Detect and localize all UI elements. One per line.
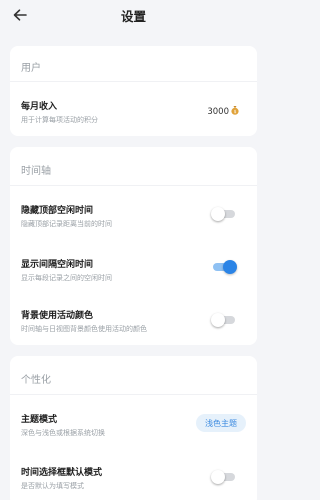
svg-text:$: $ — [234, 109, 237, 115]
time-picker-mode-label: 时间选择框默认模式 — [21, 468, 103, 478]
section-title-user: 用户 — [21, 63, 41, 74]
toggle-knob — [211, 313, 225, 327]
monthly-income-label: 每月收入 — [21, 102, 58, 112]
back-arrow-icon[interactable] — [10, 6, 30, 24]
monthly-income-amount: 3000 — [207, 106, 229, 117]
money-bag-icon: $ — [231, 105, 239, 118]
page-title: 设置 — [120, 9, 146, 24]
toggle-knob — [211, 470, 225, 484]
section-title-personal: 个性化 — [21, 375, 51, 386]
divider — [10, 394, 257, 395]
activity-bg-label: 背景使用活动颜色 — [21, 311, 94, 321]
show-gap-toggle[interactable] — [211, 260, 237, 274]
personal-section-card: 个性化 主题模式 深色与浅色或根据系统切换 浅色主题 时间选择框默认模式 是否默… — [10, 356, 257, 500]
user-section-card: 用户 每月收入 用于计算每项活动的积分 3000 $ — [10, 46, 257, 136]
show-gap-desc: 显示每段记录之间的空闲时间 — [21, 274, 112, 282]
hide-top-gap-toggle[interactable] — [211, 207, 237, 221]
toggle-knob — [211, 207, 225, 221]
timeline-section-card: 时间轴 隐藏顶部空闲时间 隐藏顶部记录距离当前的时间 显示间隔空闲时间 显示每段… — [10, 147, 257, 345]
divider — [10, 185, 257, 186]
monthly-income-value[interactable]: 3000 $ — [207, 105, 239, 118]
activity-bg-desc: 时间轴与日视图背景颜色使用活动的颜色 — [21, 325, 147, 333]
top-bar: 设置 — [0, 0, 267, 30]
activity-bg-toggle[interactable] — [211, 313, 237, 327]
section-title-timeline: 时间轴 — [21, 166, 51, 177]
time-picker-mode-toggle[interactable] — [211, 470, 237, 484]
theme-mode-label: 主题模式 — [21, 415, 58, 425]
divider — [10, 81, 257, 82]
theme-mode-button[interactable]: 浅色主题 — [196, 414, 246, 432]
monthly-income-desc: 用于计算每项活动的积分 — [21, 116, 98, 124]
show-gap-label: 显示间隔空闲时间 — [21, 260, 94, 270]
toggle-knob — [223, 260, 237, 274]
time-picker-mode-desc: 是否默认为填写模式 — [21, 482, 84, 490]
theme-mode-desc: 深色与浅色或根据系统切换 — [21, 429, 105, 437]
hide-top-gap-desc: 隐藏顶部记录距离当前的时间 — [21, 220, 112, 228]
hide-top-gap-label: 隐藏顶部空闲时间 — [21, 206, 94, 216]
